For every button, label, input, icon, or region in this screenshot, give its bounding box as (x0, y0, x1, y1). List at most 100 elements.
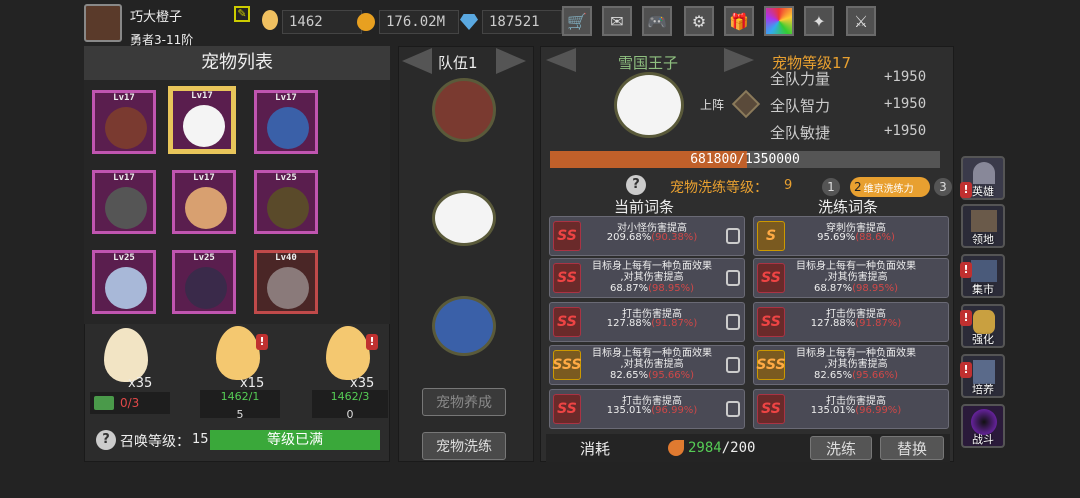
egg-1-progress-box: 0/3 (90, 392, 170, 414)
bat-icon (267, 267, 309, 309)
pet-list-header: 宠物列表 (84, 46, 390, 80)
pet-slot-7[interactable]: Lv25 (92, 250, 156, 314)
affix-max: (96.99%) (651, 405, 698, 416)
lock-icon[interactable] (726, 228, 740, 244)
helmet-icon (973, 162, 995, 184)
pet-slot-4[interactable]: Lv17 (92, 170, 156, 234)
rarity-icon: SS (757, 263, 785, 293)
sidebar-label: 培养 (972, 383, 994, 396)
lock-icon[interactable] (726, 270, 740, 286)
cost-current: 2984 (688, 440, 722, 456)
rarity-icon: SS (757, 307, 785, 337)
lock-icon[interactable] (726, 314, 740, 330)
affix-max: (91.87%) (651, 318, 698, 329)
pet-slot-2[interactable]: Lv17 (170, 88, 234, 152)
current-affix-5[interactable]: SS 打击伤害提高 135.01%(96.99%) (549, 389, 745, 429)
egg-3-progress-box: 1462/3 0 (312, 390, 388, 421)
affix-max: (98.95%) (648, 283, 695, 294)
pet-slot-9[interactable]: Lv40 (254, 250, 318, 314)
affix-text: 目标身上每有一种负面效果 (796, 348, 916, 359)
pet-slot-5[interactable]: Lv17 (172, 170, 236, 234)
new-affix-1[interactable]: S 穿刺伤害提高 95.69%(88.6%) (753, 216, 949, 256)
help-icon[interactable]: ? (96, 430, 116, 450)
wash-tab-3[interactable]: 3 (934, 178, 952, 196)
sidebar-item-battle[interactable]: 战斗 (961, 404, 1005, 448)
avatar[interactable] (84, 4, 122, 42)
cost-label: 消耗 (580, 440, 611, 458)
gamepad-icon[interactable]: 🎮 (642, 6, 672, 36)
rarity-icon: SSS (756, 350, 786, 380)
pet-level: Lv17 (193, 173, 215, 183)
settings-gear-icon[interactable]: ⚙ (684, 6, 714, 36)
egg-2-progress-box: 1462/1 5 (200, 390, 280, 421)
color-wheel-icon[interactable] (764, 6, 794, 36)
affix-text: 目标身上每有一种负面效果 (592, 261, 712, 272)
egg-1-progress: 0/3 (120, 396, 140, 410)
wash-level: 9 (784, 178, 793, 193)
affix-text: 目标身上每有一种负面效果 (592, 348, 712, 359)
mail-icon[interactable]: ✉ (602, 6, 632, 36)
affix-text-2: ,对其伤害提高 (824, 359, 888, 370)
current-affix-4[interactable]: SSS 目标身上每有一种负面效果 ,对其伤害提高 82.65%(95.66%) (549, 345, 745, 385)
team-pet-1[interactable] (432, 78, 496, 142)
new-affix-2[interactable]: SS 目标身上每有一种负面效果 ,对其伤害提高 68.87%(98.95%) (753, 258, 949, 298)
pet-level: Lv17 (191, 91, 213, 101)
snowman-icon (183, 105, 225, 147)
team-pet-2[interactable] (432, 190, 496, 246)
egg-3-progress: 1462/3 (330, 390, 370, 403)
stat-val-1: +1950 (884, 69, 927, 85)
pet-wash-button[interactable]: 宠物洗练 (422, 432, 506, 460)
pet-level: Lv25 (193, 253, 215, 263)
new-affix-5[interactable]: SS 打击伤害提高 135.01%(96.99%) (753, 389, 949, 429)
affix-value: 68.87%(98.95%) (813, 283, 899, 294)
egg-currency: 1462 (262, 10, 362, 34)
event-icon[interactable]: ✦ (804, 6, 834, 36)
wash-tab-2-num: 2 (854, 180, 862, 194)
exp-bar: 681800/1350000 (550, 151, 940, 168)
current-affix-3[interactable]: SS 打击伤害提高 127.88%(91.87%) (549, 302, 745, 342)
exp-text: 681800/1350000 (690, 152, 800, 167)
cost-max: /200 (721, 440, 756, 456)
mummy-icon (185, 187, 227, 229)
gem-icon (460, 14, 478, 30)
lock-icon[interactable] (726, 401, 740, 417)
affix-max: (98.95%) (852, 283, 899, 294)
wash-tab-2[interactable]: 2 维京洗练力 (850, 177, 930, 197)
current-affix-1[interactable]: SS 对小怪伤害提高 209.68%(90.38%) (549, 216, 745, 256)
castle-icon (971, 210, 997, 232)
rarity-icon: SS (553, 221, 581, 251)
affix-value: 135.01%(96.99%) (606, 405, 698, 416)
market-icon (971, 260, 997, 282)
sidebar-item-territory[interactable]: 领地 (961, 204, 1005, 248)
affix-text-2: ,对其伤害提高 (620, 359, 684, 370)
alert-icon: ! (960, 362, 972, 378)
pet-train-button[interactable]: 宠物养成 (422, 388, 506, 416)
dragon-icon (105, 107, 147, 149)
replace-button[interactable]: 替换 (880, 436, 944, 460)
affix-value: 68.87%(98.95%) (609, 283, 695, 294)
affix-max: (90.38%) (651, 232, 698, 243)
pet-level: Lv25 (275, 173, 297, 183)
team-pet-3[interactable] (432, 296, 496, 356)
pet-slot-1[interactable]: Lv17 (92, 90, 156, 154)
gift-icon[interactable]: 🎁 (724, 6, 754, 36)
stat-name-1: 全队力量 (770, 70, 831, 88)
battle-swords-icon[interactable]: ⚔ (846, 6, 876, 36)
pet-slot-3[interactable]: Lv17 (254, 90, 318, 154)
egg-3-sub: 0 (346, 408, 354, 421)
pet-slot-6[interactable]: Lv25 (254, 170, 318, 234)
pet-slot-8[interactable]: Lv25 (172, 250, 236, 314)
coin-count: 176.02M (379, 10, 459, 34)
wash-button[interactable]: 洗练 (810, 436, 872, 460)
affix-text: 目标身上每有一种负面效果 (796, 261, 916, 272)
new-affix-4[interactable]: SSS 目标身上每有一种负面效果 ,对其伤害提高 82.65%(95.66%) (753, 345, 949, 385)
rarity-icon: SS (553, 307, 581, 337)
egg-icon (262, 10, 278, 30)
new-affix-3[interactable]: SS 打击伤害提高 127.88%(91.87%) (753, 302, 949, 342)
wash-help-icon[interactable]: ? (626, 175, 646, 195)
lock-icon[interactable] (726, 357, 740, 373)
edit-name-icon[interactable]: ✎ (234, 6, 250, 22)
shop-cart-icon[interactable]: 🛒 (562, 6, 592, 36)
current-affix-2[interactable]: SS 目标身上每有一种负面效果 ,对其伤害提高 68.87%(98.95%) (549, 258, 745, 298)
wash-tab-1[interactable]: 1 (822, 178, 840, 196)
